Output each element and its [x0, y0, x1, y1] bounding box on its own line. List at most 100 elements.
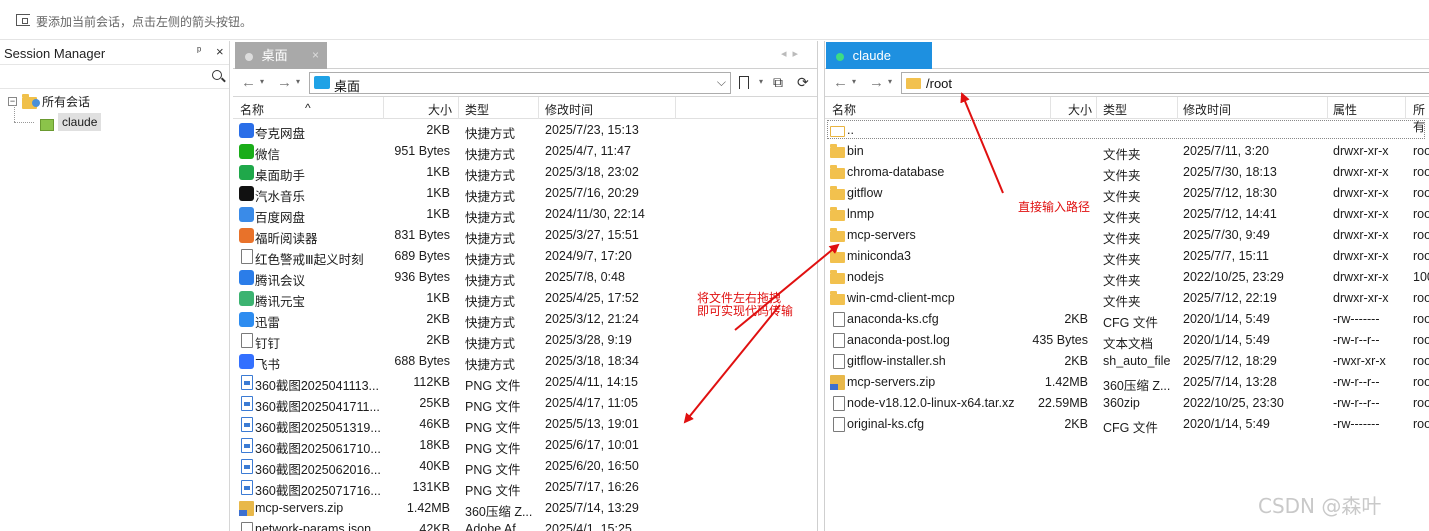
table-row[interactable]: 360截图2025061710... 18KB PNG 文件 2025/6/17, 1… — [233, 435, 817, 456]
column-name[interactable]: 名称 — [832, 101, 856, 118]
cell-type: 360zip — [1103, 396, 1140, 410]
table-row[interactable]: network-params.json 42KB Adobe Af... 2025/4… — [233, 519, 817, 531]
table-row[interactable]: 腾讯会议 936 Bytes 快捷方式 2025/7/8, 0:48 — [233, 267, 817, 288]
cell-size: 22.59MB — [1037, 396, 1088, 410]
tab-claude[interactable]: claude — [826, 42, 932, 69]
cell-mtime: 2025/7/16, 20:29 — [545, 186, 639, 200]
table-row[interactable]: 汽水音乐 1KB 快捷方式 2025/7/16, 20:29 — [233, 183, 817, 204]
cell-attr: -rwxr-xr-x — [1333, 354, 1386, 368]
cell-mtime: 2025/7/12, 18:29 — [1183, 354, 1277, 368]
session-manager-title: Session Manager — [4, 46, 106, 61]
column-attributes[interactable]: 属性 — [1333, 101, 1357, 118]
cell-name: 360截图2025071716... — [255, 484, 381, 498]
cell-owner: roo — [1413, 186, 1429, 200]
pin-icon[interactable]: ᵖ — [197, 45, 201, 57]
column-size[interactable]: 大小 — [1068, 101, 1092, 118]
cell-type: 文件夹 — [1103, 232, 1141, 246]
table-row[interactable]: anaconda-post.log 435 Bytes 文本文档 2020/1/14,… — [825, 330, 1429, 351]
chevron-down-icon[interactable]: ▾ — [296, 77, 300, 86]
png-icon — [241, 438, 253, 453]
cell-type: PNG 文件 — [465, 379, 521, 393]
table-row[interactable]: miniconda3 文件夹 2025/7/7, 15:11 drwxr-xr-x ro… — [825, 246, 1429, 267]
cell-size: 831 Bytes — [394, 228, 450, 242]
table-row[interactable]: mcp-servers.zip 1.42MB 360压缩 Z... 2025/7/14… — [825, 372, 1429, 393]
table-row[interactable]: 360截图2025062016... 40KB PNG 文件 2025/6/20, 1… — [233, 456, 817, 477]
cell-name: 百度网盘 — [255, 211, 306, 225]
column-type[interactable]: 类型 — [465, 101, 489, 118]
forward-button[interactable]: → — [869, 74, 884, 91]
table-row[interactable]: 360截图2025071716... 131KB PNG 文件 2025/7/17, … — [233, 477, 817, 498]
back-button[interactable]: ← — [833, 74, 848, 91]
cell-mtime: 2025/7/12, 22:19 — [1183, 291, 1277, 305]
sync-icon[interactable]: ⧉ — [773, 74, 783, 91]
table-row[interactable]: original-ks.cfg 2KB CFG 文件 2020/1/14, 5:49 -… — [825, 414, 1429, 435]
table-row[interactable]: 百度网盘 1KB 快捷方式 2024/11/30, 22:14 — [233, 204, 817, 225]
cell-size: 936 Bytes — [394, 270, 450, 284]
chevron-down-icon[interactable]: ⌵ — [717, 75, 726, 90]
table-row[interactable]: chroma-database 文件夹 2025/7/30, 18:13 drwxr-… — [825, 162, 1429, 183]
path-hint-text: 直接输入路径 — [1018, 200, 1091, 214]
cell-name: gitflow — [847, 186, 883, 200]
folder-icon — [830, 144, 845, 158]
tab-desktop[interactable]: 桌面 × — [235, 42, 327, 69]
bookmark-icon[interactable] — [739, 76, 749, 89]
chevron-down-icon[interactable]: ▾ — [759, 77, 763, 86]
table-row[interactable]: bin 文件夹 2025/7/11, 3:20 drwxr-xr-x roo — [825, 141, 1429, 162]
table-row[interactable]: 桌面助手 1KB 快捷方式 2025/3/18, 23:02 — [233, 162, 817, 183]
column-mtime[interactable]: 修改时间 — [545, 101, 593, 118]
cell-mtime: 2025/3/18, 23:02 — [545, 165, 639, 179]
chevron-down-icon[interactable]: ▾ — [888, 77, 892, 86]
column-size[interactable]: 大小 — [428, 101, 452, 118]
table-row[interactable]: lnmp 文件夹 2025/7/12, 14:41 drwxr-xr-x roo — [825, 204, 1429, 225]
table-row[interactable]: gitflow-installer.sh 2KB sh_auto_file 2025/… — [825, 351, 1429, 372]
table-row[interactable]: 福昕阅读器 831 Bytes 快捷方式 2025/3/27, 15:51 — [233, 225, 817, 246]
desktop-icon — [314, 76, 330, 89]
cell-mtime: 2025/3/28, 9:19 — [545, 333, 632, 347]
path-input[interactable]: /root — [901, 72, 1429, 94]
collapse-icon[interactable]: − — [8, 97, 17, 106]
left-column-header: 名称 ^ 大小 类型 修改时间 — [233, 97, 817, 119]
chevron-down-icon[interactable]: ▾ — [852, 77, 856, 86]
cell-type: 快捷方式 — [465, 211, 516, 225]
table-row[interactable]: anaconda-ks.cfg 2KB CFG 文件 2020/1/14, 5:49 -… — [825, 309, 1429, 330]
table-row[interactable]: mcp-servers.zip 1.42MB 360压缩 Z... 2025/7/14… — [233, 498, 817, 519]
table-row[interactable]: node-v18.12.0-linux-x64.tar.xz 22.59MB 360… — [825, 393, 1429, 414]
session-search-bar[interactable] — [0, 65, 229, 89]
cell-attr: -rw------- — [1333, 417, 1380, 431]
cell-size: 40KB — [419, 459, 450, 473]
table-row[interactable]: 飞书 688 Bytes 快捷方式 2025/3/18, 18:34 — [233, 351, 817, 372]
table-row[interactable]: 360截图2025051319... 46KB PNG 文件 2025/5/13, 1… — [233, 414, 817, 435]
table-row[interactable]: 360截图2025041711... 25KB PNG 文件 2025/4/17, 1… — [233, 393, 817, 414]
forward-button[interactable]: → — [277, 74, 292, 91]
column-mtime[interactable]: 修改时间 — [1183, 101, 1231, 118]
table-row[interactable]: 微信 951 Bytes 快捷方式 2025/4/7, 11:47 — [233, 141, 817, 162]
column-name[interactable]: 名称 — [240, 101, 264, 118]
tab-scroll-arrows-icon[interactable]: ◂▸ — [781, 47, 804, 60]
back-button[interactable]: ← — [241, 74, 256, 91]
search-icon[interactable] — [212, 70, 222, 80]
column-type[interactable]: 类型 — [1103, 101, 1127, 118]
path-input[interactable]: 桌面 ⌵ — [309, 72, 731, 94]
table-row[interactable]: .. — [825, 120, 1429, 141]
add-session-icon[interactable] — [16, 14, 30, 26]
chevron-down-icon[interactable]: ▾ — [260, 77, 264, 86]
file-icon — [833, 312, 845, 327]
cell-type: 快捷方式 — [465, 316, 516, 330]
close-icon[interactable]: × — [312, 42, 319, 69]
table-row[interactable]: gitflow 文件夹 2025/7/12, 18:30 drwxr-xr-x roo — [825, 183, 1429, 204]
cell-type: 文件夹 — [1103, 211, 1141, 225]
table-row[interactable]: mcp-servers 文件夹 2025/7/30, 9:49 drwxr-xr-x r… — [825, 225, 1429, 246]
cell-name: 夸克网盘 — [255, 127, 306, 141]
table-row[interactable]: 夸克网盘 2KB 快捷方式 2025/7/23, 15:13 — [233, 120, 817, 141]
table-row[interactable]: 红色警戒Ⅲ起义时刻 689 Bytes 快捷方式 2024/9/7, 17:20 — [233, 246, 817, 267]
table-row[interactable]: nodejs 文件夹 2022/10/25, 23:29 drwxr-xr-x 100 — [825, 267, 1429, 288]
table-row[interactable]: 钉钉 2KB 快捷方式 2025/3/28, 9:19 — [233, 330, 817, 351]
cell-mtime: 2022/10/25, 23:29 — [1183, 270, 1284, 284]
tab-status-dot — [245, 52, 253, 61]
table-row[interactable]: 360截图2025041113... 112KB PNG 文件 2025/4/11, … — [233, 372, 817, 393]
cell-name: 360截图2025051319... — [255, 421, 381, 435]
close-icon[interactable]: × — [216, 44, 224, 59]
cell-name: nodejs — [847, 270, 884, 284]
table-row[interactable]: win-cmd-client-mcp 文件夹 2025/7/12, 22:19 drw… — [825, 288, 1429, 309]
refresh-icon[interactable]: ⟳ — [797, 74, 809, 91]
